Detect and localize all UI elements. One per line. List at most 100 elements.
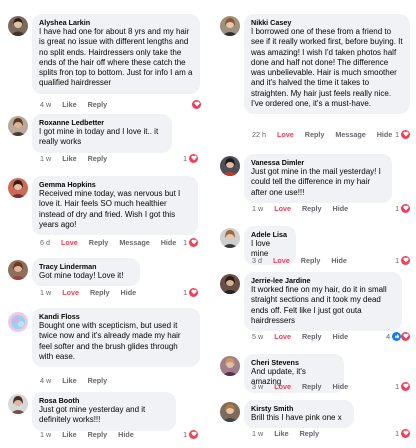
reaction-number: 4 xyxy=(386,331,391,341)
reaction-count[interactable]: 1 xyxy=(395,202,411,214)
reply-button[interactable]: Reply xyxy=(302,332,322,341)
reply-button[interactable]: Reply xyxy=(88,430,108,439)
avatar[interactable] xyxy=(220,16,240,36)
comment-time[interactable]: 1 w xyxy=(252,429,263,438)
comment-author[interactable]: Cheri Stevens xyxy=(251,358,337,367)
love-button[interactable]: Love xyxy=(277,130,294,139)
like-button[interactable]: Like xyxy=(62,154,76,163)
reaction-count[interactable]: 1 xyxy=(183,428,199,440)
avatar[interactable] xyxy=(220,402,240,422)
comment-text: Got mine today! Love it! xyxy=(39,271,124,280)
avatar[interactable] xyxy=(8,178,28,198)
reaction-count[interactable]: 1 xyxy=(183,236,199,248)
reply-button[interactable]: Reply xyxy=(88,100,108,109)
comment-actions: 1 w Love Reply Hide xyxy=(252,202,359,214)
comment-author[interactable]: Roxanne Ledbetter xyxy=(39,118,165,127)
avatar[interactable] xyxy=(8,312,28,332)
comment-author[interactable]: Alyshea Larkin xyxy=(39,18,193,27)
comment-author[interactable]: Adele Lisa xyxy=(251,230,289,239)
reply-button[interactable]: Reply xyxy=(88,154,108,163)
reply-button[interactable]: Reply xyxy=(90,288,110,297)
reaction-count[interactable]: 1 xyxy=(395,254,411,266)
heart-icon xyxy=(401,255,411,265)
comment-actions: 1 w Like Reply xyxy=(40,152,118,164)
reaction-number: 1 xyxy=(395,255,400,265)
reaction-count[interactable]: 1 xyxy=(395,128,411,140)
reply-button[interactable]: Reply xyxy=(88,376,108,385)
comment-author[interactable]: Gemma Hopkins xyxy=(39,180,191,189)
comment-time[interactable]: 1 w xyxy=(40,154,51,163)
reaction-count[interactable]: 1 xyxy=(183,152,199,164)
hide-button[interactable]: Hide xyxy=(333,204,349,213)
heart-icon xyxy=(401,129,411,139)
comment-time[interactable]: 3 d xyxy=(252,256,262,265)
comment-author[interactable]: Kandi Floss xyxy=(39,312,193,321)
avatar[interactable] xyxy=(220,356,240,376)
comment-time[interactable]: 1 w xyxy=(252,204,263,213)
reaction-count[interactable] xyxy=(192,98,201,110)
like-button[interactable]: Like xyxy=(274,429,288,438)
comment: Jerrie-lee Jardine It worked fine on my … xyxy=(220,272,416,344)
comment-author[interactable]: Tracy Linderman xyxy=(39,262,133,271)
like-button[interactable]: Like xyxy=(62,376,76,385)
reply-button[interactable]: Reply xyxy=(305,130,325,139)
love-button[interactable]: Love xyxy=(274,332,291,341)
message-button[interactable]: Message xyxy=(335,130,365,139)
avatar[interactable] xyxy=(220,228,240,248)
reaction-count[interactable]: 1 xyxy=(395,427,411,439)
hide-button[interactable]: Hide xyxy=(161,238,177,247)
reaction-count[interactable]: 1 xyxy=(183,286,199,298)
reaction-count[interactable]: 1 xyxy=(395,380,411,392)
heart-icon xyxy=(189,287,199,297)
avatar[interactable] xyxy=(220,274,240,294)
comment-time[interactable]: 5 w xyxy=(252,332,263,341)
comment: Nikki Casey I borrowed one of these from… xyxy=(220,14,416,142)
comment-author[interactable]: Vanessa Dimler xyxy=(251,158,385,167)
comment-time[interactable]: 3 w xyxy=(252,382,263,391)
avatar[interactable] xyxy=(8,394,28,414)
love-button[interactable]: Love xyxy=(62,288,79,297)
comment-time[interactable]: 4 w xyxy=(40,376,51,385)
comment-author[interactable]: Nikki Casey xyxy=(251,18,403,27)
hide-button[interactable]: Hide xyxy=(118,430,134,439)
reply-button[interactable]: Reply xyxy=(301,256,321,265)
comment: Kandi Floss Bought one with scepticism, … xyxy=(8,308,204,386)
reply-button[interactable]: Reply xyxy=(300,429,320,438)
comment-author[interactable]: Kirsty Smith xyxy=(251,404,347,413)
heart-icon xyxy=(401,331,411,341)
hide-button[interactable]: Hide xyxy=(377,130,393,139)
love-button[interactable]: Love xyxy=(273,256,290,265)
reaction-number: 1 xyxy=(395,129,400,139)
comment-time[interactable]: 1 w xyxy=(40,430,51,439)
reaction-count[interactable]: 4 xyxy=(386,330,411,342)
comment-text: I borrowed one of these from a friend to… xyxy=(251,27,403,109)
comment-time[interactable]: 4 w xyxy=(40,100,51,109)
comment-time[interactable]: 1 w xyxy=(40,288,51,297)
heart-icon xyxy=(401,428,411,438)
hide-button[interactable]: Hide xyxy=(331,256,347,265)
comment: Alyshea Larkin I have had one for about … xyxy=(8,14,204,110)
love-button[interactable]: Love xyxy=(61,238,78,247)
like-button[interactable]: Like xyxy=(62,100,76,109)
reply-button[interactable]: Reply xyxy=(89,238,109,247)
comment-time[interactable]: 22 h xyxy=(252,130,266,139)
hide-button[interactable]: Hide xyxy=(121,288,137,297)
love-button[interactable]: Love xyxy=(274,204,291,213)
comment-author[interactable]: Rosa Booth xyxy=(39,396,169,405)
avatar[interactable] xyxy=(8,16,28,36)
comment-author[interactable]: Jerrie-lee Jardine xyxy=(251,276,395,285)
comment-bubble: Tracy Linderman Got mine today! Love it! xyxy=(32,258,140,287)
message-button[interactable]: Message xyxy=(119,238,149,247)
reply-button[interactable]: Reply xyxy=(302,204,322,213)
love-button[interactable]: Love xyxy=(274,382,291,391)
comment-time[interactable]: 6 d xyxy=(40,238,50,247)
reply-button[interactable]: Reply xyxy=(302,382,322,391)
avatar[interactable] xyxy=(220,156,240,176)
hide-button[interactable]: Hide xyxy=(333,382,349,391)
reaction-number: 1 xyxy=(183,153,188,163)
avatar[interactable] xyxy=(8,116,28,136)
hide-button[interactable]: Hide xyxy=(333,332,349,341)
comment: Adele Lisa I love mine 3 d Love Reply Hi… xyxy=(220,226,416,266)
avatar[interactable] xyxy=(8,260,28,280)
like-button[interactable]: Like xyxy=(62,430,76,439)
